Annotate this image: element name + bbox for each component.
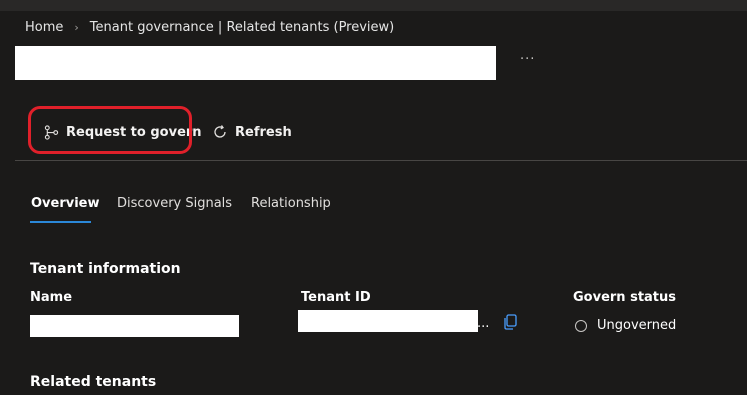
request-to-govern-button[interactable]: Request to govern bbox=[44, 121, 202, 143]
name-label: Name bbox=[30, 290, 73, 305]
active-tab-indicator bbox=[30, 221, 91, 223]
name-value-redacted bbox=[30, 315, 239, 337]
top-bar bbox=[0, 0, 747, 11]
tenant-id-label: Tenant ID bbox=[301, 290, 371, 305]
page-title-redacted bbox=[15, 46, 496, 80]
copy-icon[interactable] bbox=[503, 314, 517, 334]
breadcrumb-separator: › bbox=[74, 21, 79, 34]
refresh-icon bbox=[214, 125, 226, 138]
breadcrumb: Home › Tenant governance | Related tenan… bbox=[25, 20, 394, 35]
govern-status-label: Govern status bbox=[573, 290, 677, 305]
tab-discovery-signals[interactable]: Discovery Signals bbox=[117, 196, 232, 211]
breadcrumb-home[interactable]: Home bbox=[25, 20, 63, 35]
tenant-id-value-redacted bbox=[298, 310, 478, 332]
branch-icon bbox=[44, 124, 59, 140]
tab-relationship[interactable]: Relationship bbox=[251, 196, 331, 211]
more-options-button[interactable]: ··· bbox=[520, 52, 535, 67]
govern-status-value: Ungoverned bbox=[597, 318, 677, 333]
refresh-label: Refresh bbox=[235, 124, 292, 140]
govern-status: Ungoverned bbox=[575, 318, 676, 333]
refresh-button[interactable]: Refresh bbox=[212, 121, 292, 143]
related-tenants-heading: Related tenants bbox=[30, 374, 157, 390]
tab-overview[interactable]: Overview bbox=[31, 196, 100, 211]
breadcrumb-current[interactable]: Tenant governance | Related tenants (Pre… bbox=[90, 20, 394, 35]
tenant-id-truncation: ... bbox=[477, 316, 490, 331]
status-circle-icon bbox=[575, 319, 587, 332]
tenant-information-heading: Tenant information bbox=[30, 261, 181, 277]
request-to-govern-label: Request to govern bbox=[66, 124, 202, 140]
toolbar-divider bbox=[15, 160, 747, 161]
